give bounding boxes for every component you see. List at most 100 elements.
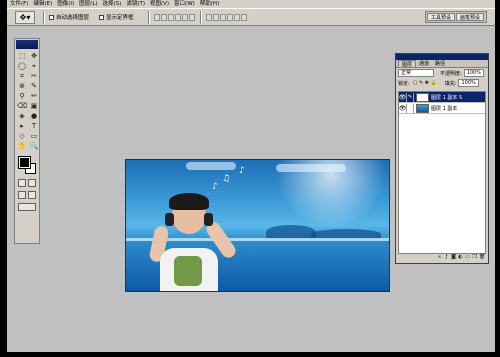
distribute-button[interactable]: [226, 13, 233, 21]
color-swatches: [15, 155, 39, 177]
menu-image[interactable]: 图像(I): [57, 0, 74, 9]
clone-stamp-icon[interactable]: ⚲: [17, 92, 27, 101]
show-bounds-label: 显示定界框: [106, 15, 134, 21]
opacity-label: 不透明度:: [440, 70, 462, 77]
move-tool-icon[interactable]: ✥: [29, 52, 39, 61]
auto-select-checkbox[interactable]: 自动选择图层: [49, 13, 89, 21]
gradient-tool-icon[interactable]: ▣: [29, 102, 39, 111]
menu-help[interactable]: 帮助(H): [200, 0, 219, 9]
lasso-tool-icon[interactable]: ◯: [17, 62, 27, 71]
standard-mode-button[interactable]: [18, 179, 26, 187]
layer-name: 图层 1 副本 5: [431, 94, 463, 101]
layer-name: 图层 1 副本: [431, 105, 458, 112]
screen-mode-full-button[interactable]: [28, 191, 36, 199]
marquee-tool-icon[interactable]: ⬚: [17, 52, 27, 61]
distribute-button[interactable]: [233, 13, 240, 21]
pen-tool-icon[interactable]: ◇: [17, 132, 27, 141]
screen-mode-standard-button[interactable]: [18, 191, 26, 199]
distribute-button[interactable]: [212, 13, 219, 21]
menu-edit[interactable]: 编辑(E): [33, 0, 52, 9]
tool-grid: ⬚ ✥ ◯ ⌖ ⌗ ✂ ⊕ ✎ ⚲ ✏ ⌫ ▣ ◈ ● ▸ T ◇ ▭ ✋ 🔍: [15, 50, 39, 151]
toolbox-header[interactable]: [16, 40, 38, 49]
jump-to-imageready-button[interactable]: [18, 203, 36, 211]
layer-thumbnail: [416, 92, 429, 102]
new-layer-icon[interactable]: ❐: [472, 255, 477, 260]
document-canvas[interactable]: ♪ ♫ ♪: [125, 159, 390, 292]
hand-tool-icon[interactable]: ✋: [17, 142, 27, 151]
fx-icon[interactable]: ƒ: [444, 255, 449, 260]
foreground-color-swatch[interactable]: [19, 157, 30, 168]
tab-paths[interactable]: 路径: [432, 60, 448, 67]
crop-tool-icon[interactable]: ⌗: [17, 72, 27, 81]
eye-icon[interactable]: 👁: [399, 103, 407, 113]
cloud: [276, 164, 346, 172]
menu-file[interactable]: 文件(F): [10, 0, 28, 9]
opacity-input[interactable]: 100%: [463, 69, 484, 77]
palette-well: 工具预设 画笔预设: [424, 11, 487, 23]
separator: [199, 10, 202, 24]
layers-list: 👁 ✎ 图层 1 副本 5 👁 图层 1 副本: [398, 91, 486, 254]
healing-brush-icon[interactable]: ⊕: [17, 82, 27, 91]
blur-tool-icon[interactable]: ◈: [17, 112, 27, 121]
align-top-button[interactable]: [153, 13, 160, 21]
blend-mode-select[interactable]: 正常: [398, 69, 434, 77]
eraser-tool-icon[interactable]: ⌫: [17, 102, 27, 111]
align-hcenter-button[interactable]: [181, 13, 188, 21]
align-vcenter-button[interactable]: [160, 13, 167, 21]
tab-layers[interactable]: 图层: [398, 60, 417, 68]
align-right-button[interactable]: [188, 13, 195, 21]
tool-presets-tab[interactable]: 工具预设: [426, 13, 455, 21]
auto-select-label: 自动选择图层: [56, 15, 90, 21]
separator: [147, 10, 150, 24]
lock-row: 锁定: ▢ ✎ ✥ 🔒 填充: 100%: [396, 78, 488, 88]
brush-icon: [407, 103, 414, 113]
music-note: ♪: [239, 166, 245, 176]
menu-filter[interactable]: 滤镜(T): [126, 0, 145, 9]
mask-mode-row: [15, 177, 39, 189]
type-tool-icon[interactable]: T: [29, 122, 39, 131]
show-bounds-checkbox[interactable]: 显示定界框: [99, 13, 134, 21]
path-select-icon[interactable]: ▸: [17, 122, 27, 131]
magic-wand-icon[interactable]: ⌖: [29, 62, 39, 71]
brush-tool-icon[interactable]: ✎: [29, 82, 39, 91]
distribute-button[interactable]: [240, 13, 247, 21]
checkbox-box[interactable]: [49, 14, 54, 20]
menu-window[interactable]: 窗口(W): [174, 0, 195, 9]
history-brush-icon[interactable]: ✏: [29, 92, 39, 101]
person-with-headphones: [146, 190, 256, 291]
distribute-button[interactable]: [219, 13, 226, 21]
folder-icon[interactable]: ▭: [465, 255, 470, 260]
quickmask-mode-button[interactable]: [28, 179, 36, 187]
adjustment-icon[interactable]: ◐: [458, 255, 463, 260]
blend-row: 正常 不透明度: 100%: [396, 68, 488, 78]
align-bottom-button[interactable]: [167, 13, 174, 21]
distribute-button[interactable]: [205, 13, 212, 21]
checkbox-box[interactable]: [99, 14, 105, 20]
fill-input[interactable]: 100%: [458, 79, 479, 87]
zoom-tool-icon[interactable]: 🔍: [29, 142, 39, 151]
brush-icon: ✎: [407, 92, 414, 102]
menu-bar: 文件(F) 编辑(E) 图像(I) 图层(L) 选择(S) 滤镜(T) 视图(V…: [7, 0, 495, 9]
dodge-tool-icon[interactable]: ●: [29, 112, 39, 121]
menu-layer[interactable]: 图层(L): [79, 0, 97, 9]
brush-presets-tab[interactable]: 画笔预设: [455, 13, 484, 21]
separator: [43, 10, 45, 24]
trash-icon[interactable]: 🗑: [479, 255, 485, 260]
mask-icon[interactable]: ◙: [451, 255, 456, 260]
slice-tool-icon[interactable]: ✂: [29, 72, 39, 81]
tool-preset-picker[interactable]: ✥▾: [15, 10, 35, 24]
align-left-button[interactable]: [174, 13, 181, 21]
layer-row[interactable]: 👁 图层 1 副本: [399, 103, 485, 114]
lock-icons[interactable]: ▢ ✎ ✥ 🔒: [413, 80, 437, 86]
eye-icon[interactable]: 👁: [399, 92, 407, 102]
shape-tool-icon[interactable]: ▭: [29, 132, 39, 141]
layer-row[interactable]: 👁 ✎ 图层 1 副本 5: [399, 92, 485, 103]
link-icon[interactable]: ∞: [437, 255, 442, 260]
photoshop-window: 文件(F) 编辑(E) 图像(I) 图层(L) 选择(S) 滤镜(T) 视图(V…: [7, 0, 495, 352]
menu-view[interactable]: 视图(V): [150, 0, 169, 9]
menu-select[interactable]: 选择(S): [103, 0, 122, 9]
imageready-row: [15, 201, 39, 213]
layer-thumbnail: [416, 103, 429, 113]
tab-channels[interactable]: 通道: [416, 60, 432, 67]
options-bar: ✥▾ 自动选择图层 显示定界框 工具预设 画笔预设: [7, 9, 495, 26]
